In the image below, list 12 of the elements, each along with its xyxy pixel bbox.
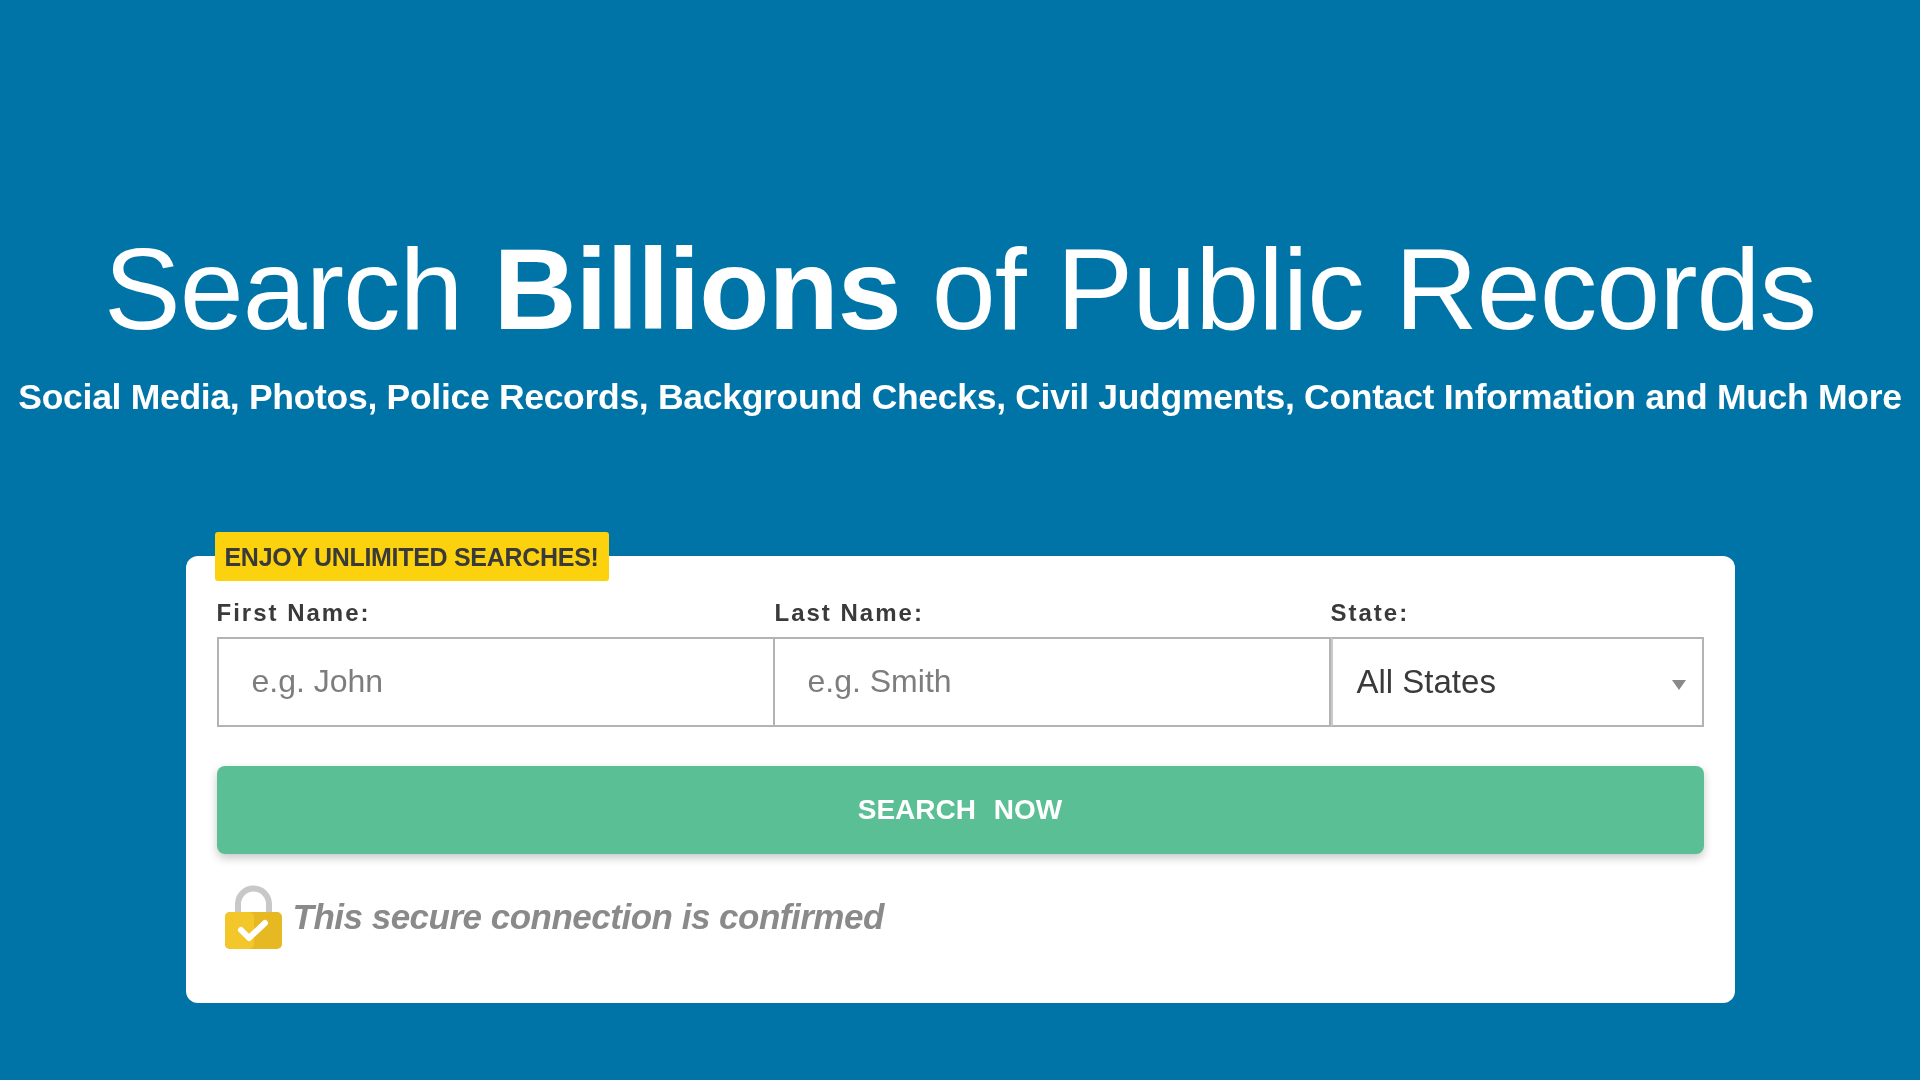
headline: Search Billions of Public Records xyxy=(104,224,1816,355)
caret-icon xyxy=(1671,679,1686,690)
padlock-check-icon xyxy=(223,883,283,950)
field-label: First Name: xyxy=(216,598,371,627)
subtitle: Social Media, Photos, Police Records, Background Checks, Civil Judgments, Contact Information and Much More xyxy=(18,376,1902,419)
field-label: State: xyxy=(1330,598,1410,627)
field-label: Last Name: xyxy=(774,598,924,627)
input-field[interactable]: e.g. John xyxy=(216,636,775,727)
state-select[interactable]: All States xyxy=(1330,636,1704,727)
promo-badge: ENJOY UNLIMITED SEARCHES! xyxy=(214,531,609,581)
secure-connection-note: This secure connection is confirmed xyxy=(292,896,884,937)
input-field[interactable]: e.g. Smith xyxy=(774,636,1331,727)
